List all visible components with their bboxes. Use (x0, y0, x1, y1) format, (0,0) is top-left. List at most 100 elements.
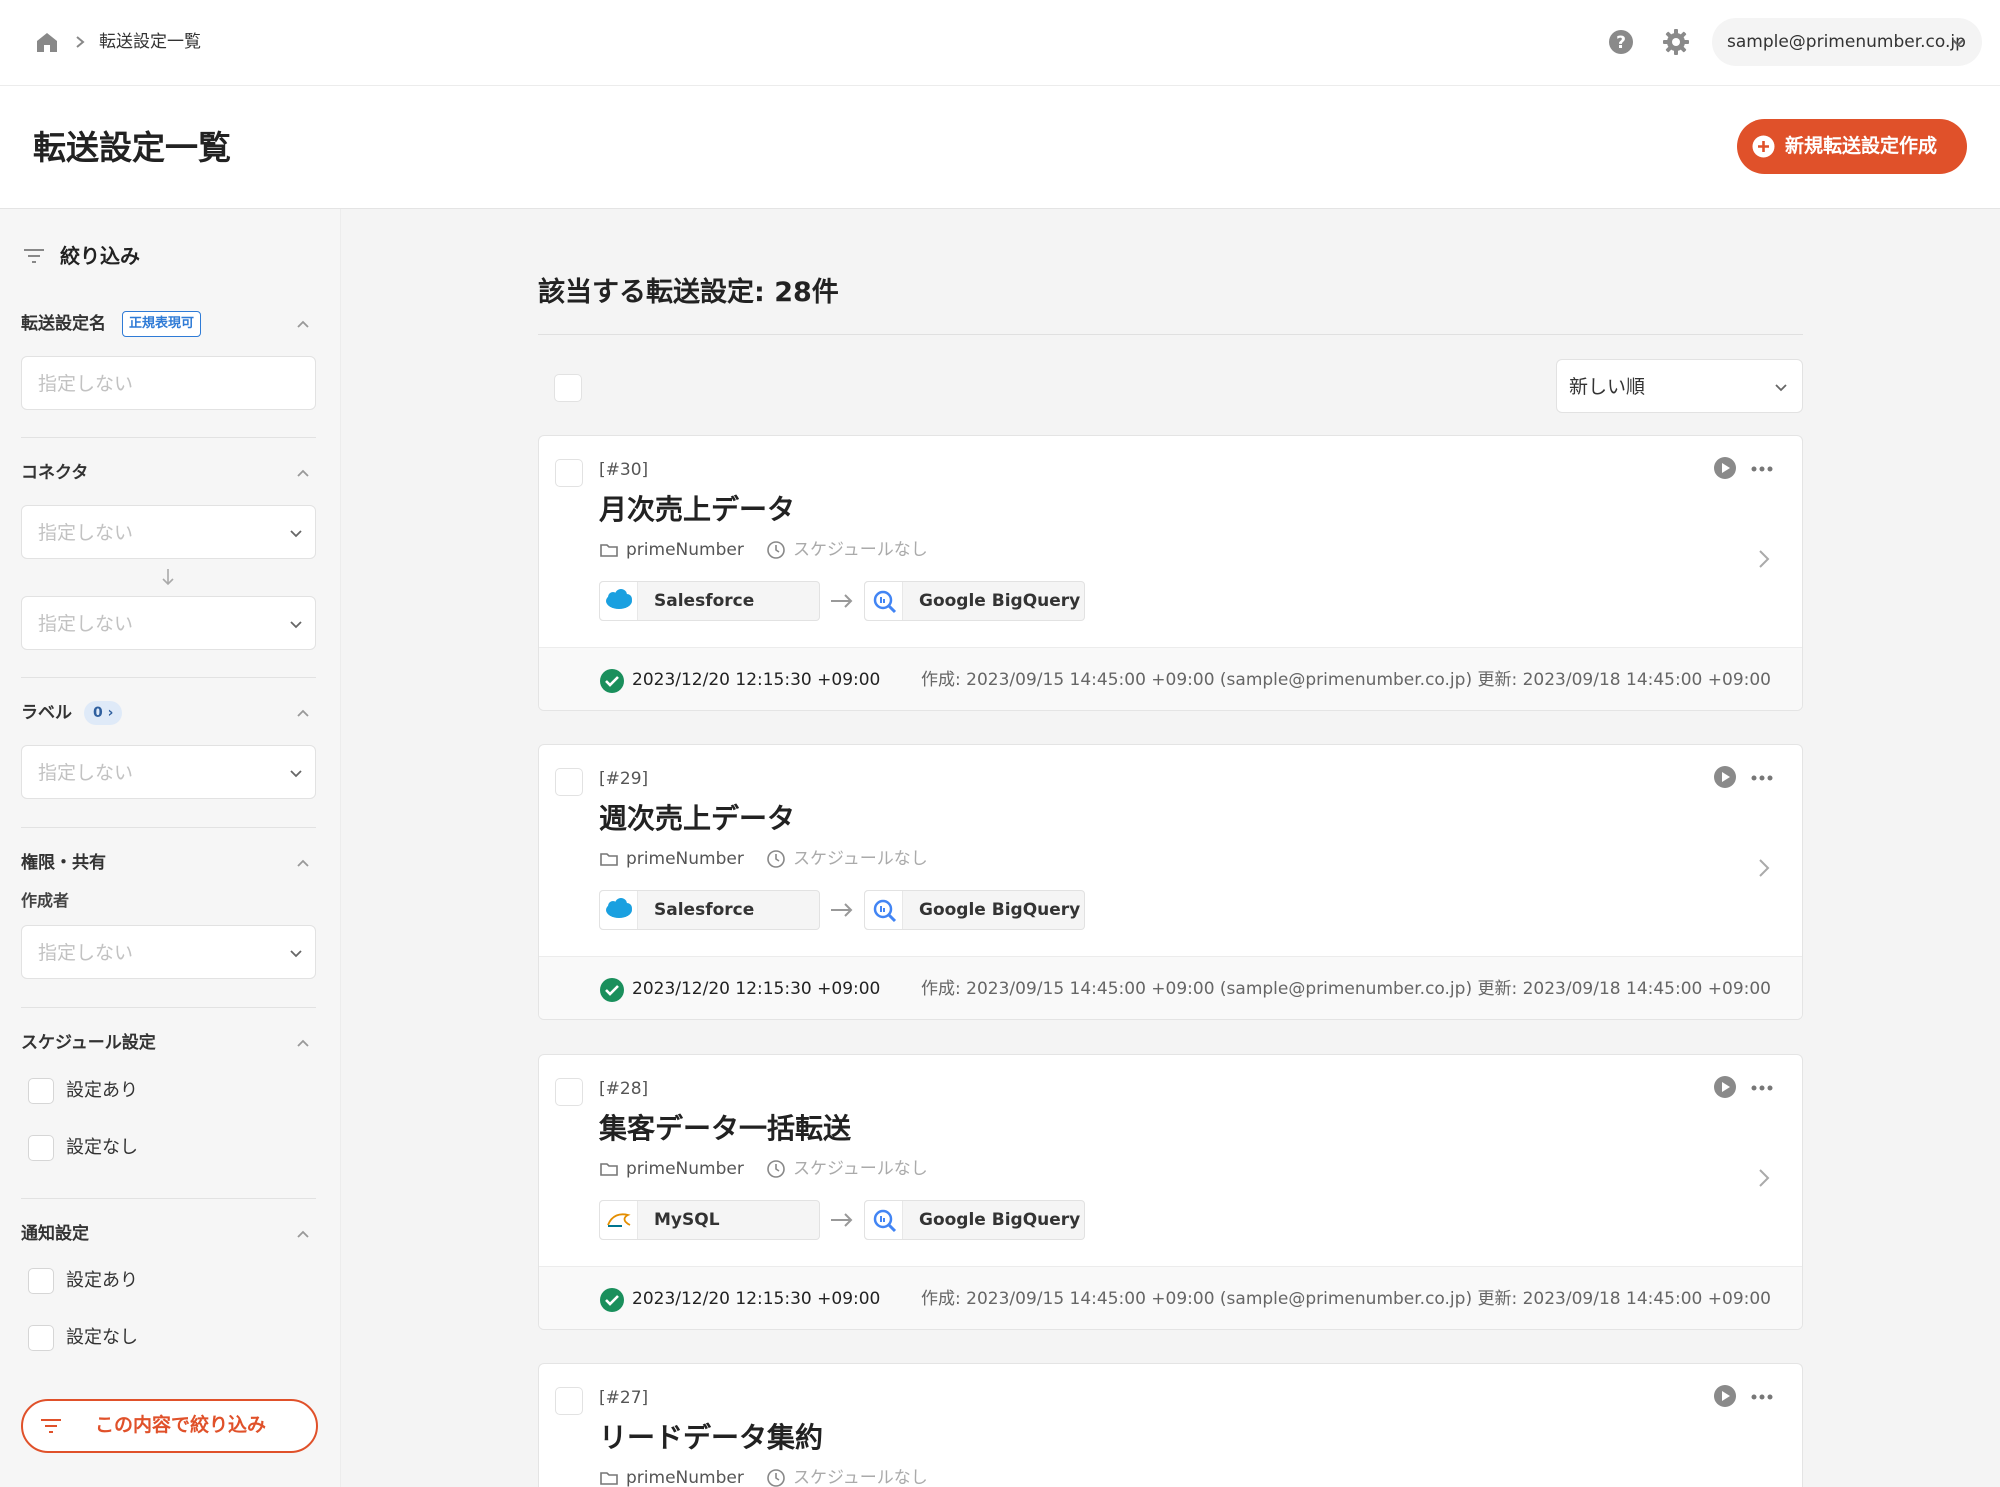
sort-value: 新しい順 (1569, 376, 1646, 398)
chevron-up-icon[interactable] (295, 1035, 311, 1051)
bigquery-logo-icon (865, 582, 903, 620)
chevron-right-icon[interactable] (1757, 857, 1771, 879)
folder-name: primeNumber (626, 849, 744, 869)
filter-icon (24, 249, 44, 263)
card-id: [#30] (599, 460, 649, 480)
source-connector: MySQL (599, 1200, 820, 1240)
destination-connector: Google BigQuery (864, 581, 1085, 621)
select-all-checkbox[interactable] (554, 374, 582, 402)
divider (21, 677, 316, 678)
chevron-up-icon[interactable] (295, 1226, 311, 1242)
play-icon[interactable] (1713, 1384, 1737, 1408)
folder-icon (600, 1472, 618, 1485)
transfer-card[interactable]: [#27] リードデータ集約 primeNumber スケジュールなし (538, 1363, 1803, 1487)
card-checkbox[interactable] (555, 459, 583, 487)
salesforce-logo-icon (600, 891, 638, 929)
play-icon[interactable] (1713, 1075, 1737, 1099)
label-select[interactable]: 指定しない (21, 745, 316, 799)
filter-sidebar: 絞り込み 転送設定名 正規表現可 指定しない コネクタ 指定しない 指定しない … (0, 209, 341, 1487)
regex-badge: 正規表現可 (122, 311, 202, 337)
card-checkbox[interactable] (555, 1078, 583, 1106)
check-circle-icon (600, 978, 624, 1002)
account-menu[interactable]: sample@primenumber.co.jp (1712, 18, 1982, 66)
card-title[interactable]: 月次売上データ (599, 490, 795, 530)
chevron-down-icon (290, 950, 302, 958)
card-id: [#27] (599, 1388, 649, 1408)
play-icon[interactable] (1713, 765, 1737, 789)
create-transfer-button[interactable]: 新規転送設定作成 (1737, 119, 1967, 174)
top-bar: 転送設定一覧 ? sample@primenumber.co.jp (0, 0, 2000, 86)
chevron-up-icon[interactable] (295, 465, 311, 481)
last-run-time: 2023/12/20 12:15:30 +09:00 (632, 670, 881, 690)
folder-icon (600, 544, 618, 557)
card-meta: 作成: 2023/09/15 14:45:00 +09:00 (sample@p… (921, 670, 1771, 690)
folder-name: primeNumber (626, 1159, 744, 1179)
transfer-name-input[interactable]: 指定しない (21, 356, 316, 410)
card-title[interactable]: 集客データ一括転送 (599, 1109, 851, 1149)
divider (21, 827, 316, 828)
source-connector: Salesforce (599, 890, 820, 930)
sort-select[interactable]: 新しい順 (1556, 359, 1803, 413)
chevron-down-icon (290, 770, 302, 778)
help-icon[interactable]: ? (1607, 28, 1635, 56)
last-run-time: 2023/12/20 12:15:30 +09:00 (632, 1289, 881, 1309)
creator-label: 作成者 (21, 891, 70, 910)
salesforce-logo-icon (600, 582, 638, 620)
transfer-card[interactable]: [#29] 週次売上データ primeNumber スケジュールなし Sales… (538, 744, 1803, 1020)
chevron-up-icon[interactable] (295, 316, 311, 332)
arrow-right-icon (831, 903, 853, 917)
breadcrumb-current: 転送設定一覧 (99, 32, 201, 52)
create-button-label: 新規転送設定作成 (1785, 136, 1938, 157)
apply-filter-button[interactable]: この内容で絞り込み (21, 1399, 318, 1453)
notification-off-checkbox[interactable] (28, 1325, 54, 1351)
mysql-logo-icon (600, 1201, 638, 1239)
source-connector-select[interactable]: 指定しない (21, 505, 316, 559)
result-count: 該当する転送設定: 28件 (538, 277, 839, 308)
folder-name: primeNumber (626, 540, 744, 560)
check-circle-icon (600, 669, 624, 693)
more-icon[interactable] (1751, 1085, 1773, 1091)
notification-on-label: 設定あり (66, 1270, 138, 1291)
schedule-off-checkbox[interactable] (28, 1135, 54, 1161)
chevron-down-icon (290, 530, 302, 538)
play-icon[interactable] (1713, 456, 1737, 480)
card-title[interactable]: リードデータ集約 (599, 1418, 823, 1458)
source-connector-value: 指定しない (38, 522, 134, 544)
filter-heading: 絞り込み (60, 244, 140, 268)
svg-text:?: ? (1616, 33, 1626, 53)
notification-off-label: 設定なし (66, 1327, 138, 1348)
more-icon[interactable] (1751, 1394, 1773, 1400)
transfer-card[interactable]: [#30] 月次売上データ primeNumber スケジュールなし Sales… (538, 435, 1803, 711)
account-email: sample@primenumber.co.jp (1727, 32, 1966, 52)
destination-connector-select[interactable]: 指定しない (21, 596, 316, 650)
divider (21, 1007, 316, 1008)
more-icon[interactable] (1751, 775, 1773, 781)
card-checkbox[interactable] (555, 1387, 583, 1415)
folder-name: primeNumber (626, 1468, 744, 1487)
gear-icon[interactable] (1662, 28, 1690, 56)
schedule-on-checkbox[interactable] (28, 1078, 54, 1104)
source-connector: Salesforce (599, 581, 820, 621)
label-count-badge[interactable]: 0 › (84, 701, 123, 725)
card-footer: 2023/12/20 12:15:30 +09:00 作成: 2023/09/1… (539, 647, 1802, 710)
card-title[interactable]: 週次売上データ (599, 799, 795, 839)
clock-icon (767, 1469, 785, 1487)
schedule-on-label: 設定あり (66, 1080, 138, 1101)
chevron-right-icon[interactable] (1757, 548, 1771, 570)
home-icon[interactable] (34, 30, 60, 54)
chevron-up-icon[interactable] (295, 855, 311, 871)
schedule-status: スケジュールなし (793, 849, 928, 869)
card-checkbox[interactable] (555, 768, 583, 796)
notification-on-checkbox[interactable] (28, 1268, 54, 1294)
transfer-card[interactable]: [#28] 集客データ一括転送 primeNumber スケジュールなし MyS… (538, 1054, 1803, 1330)
transfer-name-placeholder: 指定しない (38, 373, 134, 395)
clock-icon (767, 850, 785, 868)
folder-icon (600, 853, 618, 866)
chevron-up-icon[interactable] (295, 705, 311, 721)
creator-select-value: 指定しない (38, 942, 134, 964)
clock-icon (767, 541, 785, 559)
schedule-status: スケジュールなし (793, 1468, 928, 1487)
creator-select[interactable]: 指定しない (21, 925, 316, 979)
more-icon[interactable] (1751, 466, 1773, 472)
chevron-right-icon[interactable] (1757, 1167, 1771, 1189)
